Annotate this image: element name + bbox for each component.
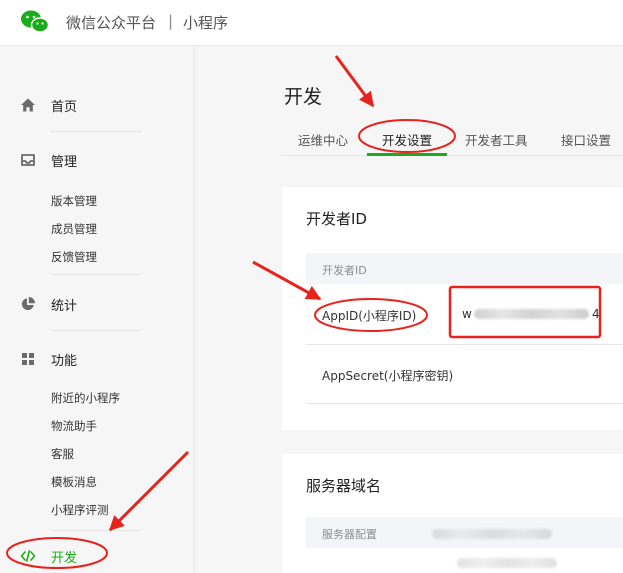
table-header-label: 开发者ID xyxy=(322,264,367,277)
sidebar-item-label: 管理 xyxy=(51,155,78,170)
row-divider xyxy=(306,344,623,345)
appid-value-suffix[interactable]: 4 xyxy=(592,307,600,321)
tab-api-settings[interactable]: 接口设置 xyxy=(561,130,611,149)
card-title: 开发者ID xyxy=(306,210,367,228)
sidebar-item-develop[interactable]: 开发 xyxy=(0,542,195,570)
sidebar-item-version-manage[interactable]: 版本管理 xyxy=(51,193,97,209)
sidebar-divider xyxy=(51,530,141,531)
table-header: 开发者ID xyxy=(306,253,623,284)
appid-value-prefix[interactable]: w xyxy=(462,307,472,321)
product-name: 小程序 xyxy=(183,14,229,32)
tab-developer-tools[interactable]: 开发者工具 xyxy=(465,130,528,149)
inbox-icon xyxy=(21,154,35,166)
page: 微信公众平台 | 小程序 首页 管理 版本管理 成员管理 反馈管理 统计 功能 … xyxy=(0,0,623,573)
brand-separator: | xyxy=(168,12,174,30)
tab-dev-settings[interactable]: 开发设置 xyxy=(382,130,432,149)
appid-redacted xyxy=(474,309,589,319)
home-icon xyxy=(21,98,35,112)
card-title: 服务器域名 xyxy=(306,477,382,495)
table-header-label: 服务器配置 xyxy=(322,528,377,541)
sidebar-item-label: 功能 xyxy=(51,354,78,369)
server-domain-card: 服务器域名 服务器配置 xyxy=(282,454,623,573)
sidebar-item-feedback-manage[interactable]: 反馈管理 xyxy=(51,249,97,265)
server-config-redacted xyxy=(432,529,552,539)
sidebar-item-logistics-assistant[interactable]: 物流助手 xyxy=(51,418,97,434)
sidebar-item-stats[interactable]: 统计 xyxy=(0,290,195,318)
main-content: 开发 运维中心 开发设置 开发者工具 接口设置 开发者ID 开发者ID AppI… xyxy=(196,47,623,573)
wechat-logo-icon xyxy=(21,10,50,33)
sidebar: 首页 管理 版本管理 成员管理 反馈管理 统计 功能 附近的小程序 物流助手 客… xyxy=(0,47,195,573)
sidebar-item-label: 开发 xyxy=(51,551,78,566)
code-icon xyxy=(20,550,36,562)
pie-chart-icon xyxy=(21,297,35,311)
row-divider xyxy=(306,403,623,404)
sidebar-divider xyxy=(51,274,141,275)
tab-operations-center[interactable]: 运维中心 xyxy=(298,130,348,149)
developer-id-card: 开发者ID 开发者ID AppID(小程序ID) w 4 AppSecret(小… xyxy=(282,187,623,430)
sidebar-item-member-manage[interactable]: 成员管理 xyxy=(51,221,97,237)
sidebar-item-miniprogram-review[interactable]: 小程序评测 xyxy=(51,502,109,518)
server-config-redacted xyxy=(457,558,557,568)
sidebar-divider xyxy=(51,131,141,132)
appsecret-label: AppSecret(小程序密钥) xyxy=(322,369,454,383)
sidebar-item-features[interactable]: 功能 xyxy=(0,345,195,373)
brand-name[interactable]: 微信公众平台 xyxy=(66,12,156,33)
tab-bar: 运维中心 开发设置 开发者工具 接口设置 xyxy=(282,126,623,156)
sidebar-item-nearby-miniprogram[interactable]: 附近的小程序 xyxy=(51,390,120,406)
sidebar-item-label: 首页 xyxy=(51,100,78,115)
sidebar-item-label: 统计 xyxy=(51,299,78,314)
top-header: 微信公众平台 | 小程序 xyxy=(0,0,623,46)
sidebar-divider xyxy=(51,330,141,331)
active-tab-indicator xyxy=(367,153,447,156)
page-title: 开发 xyxy=(284,86,323,108)
sidebar-item-customer-service[interactable]: 客服 xyxy=(51,446,74,462)
appid-label: AppID(小程序ID) xyxy=(322,309,417,323)
sidebar-item-template-message[interactable]: 模板消息 xyxy=(51,474,97,490)
sidebar-item-manage[interactable]: 管理 xyxy=(0,146,195,174)
grid-icon xyxy=(22,353,34,365)
sidebar-item-home[interactable]: 首页 xyxy=(0,91,195,119)
